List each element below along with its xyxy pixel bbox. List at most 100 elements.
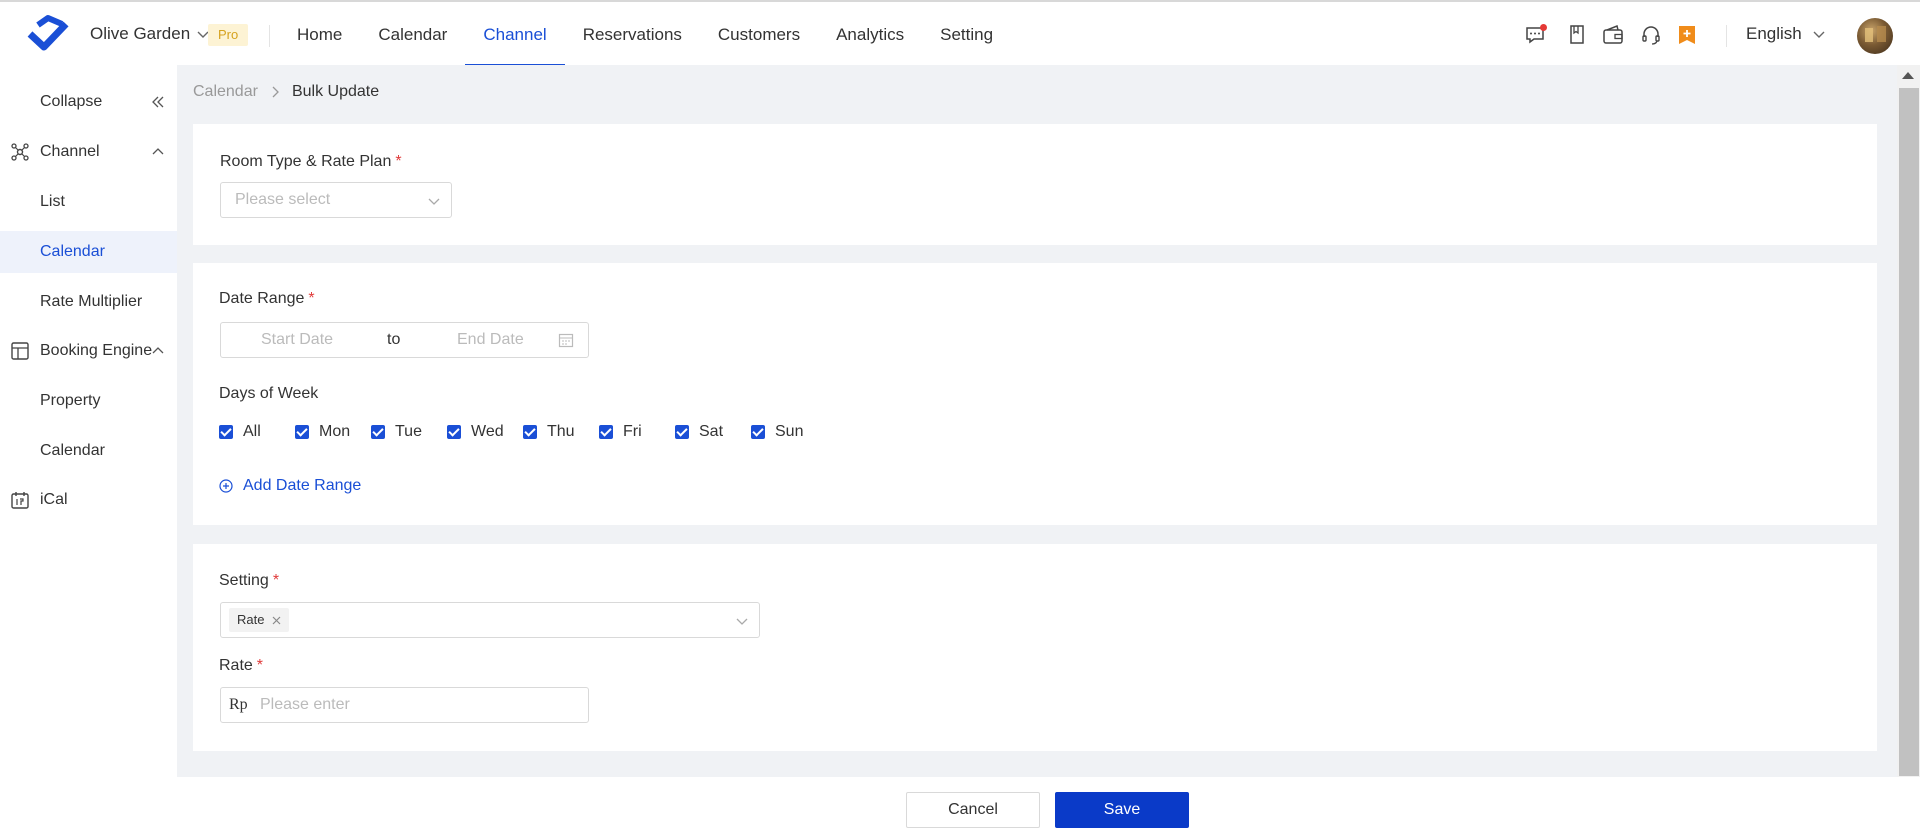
channel-icon xyxy=(11,143,29,161)
room-type-card: Room Type & Rate Plan * Please select xyxy=(193,124,1877,245)
plus-circle-icon xyxy=(219,479,233,493)
chevron-up-icon xyxy=(152,148,164,155)
checkbox-wed[interactable]: Wed xyxy=(447,423,523,441)
breadcrumb-current: Bulk Update xyxy=(291,83,380,100)
nav-analytics[interactable]: Analytics xyxy=(818,2,922,67)
hotel-name: Olive Garden xyxy=(90,24,191,43)
book-icon[interactable] xyxy=(1566,24,1588,46)
breadcrumb-parent[interactable]: Calendar xyxy=(193,83,258,101)
date-range-label: Date Range * xyxy=(219,290,315,307)
checkbox-checked-icon xyxy=(523,425,537,439)
scrollbar-thumb[interactable] xyxy=(1899,88,1919,776)
sidebar-item-label: Collapse xyxy=(40,93,103,110)
checkbox-all[interactable]: All xyxy=(219,423,295,441)
scroll-up-arrow-icon[interactable] xyxy=(1902,72,1914,79)
setting-label: Setting * xyxy=(219,572,280,589)
language-selector[interactable]: English xyxy=(1746,24,1826,44)
top-bar: Olive Garden Pro Home Calendar Channel R… xyxy=(0,0,1920,67)
date-range-separator: to xyxy=(387,331,401,348)
sidebar-item-channel[interactable]: Channel xyxy=(0,131,177,173)
checkbox-sun[interactable]: Sun xyxy=(751,423,827,441)
ical-icon xyxy=(11,492,29,509)
cancel-button[interactable]: Cancel xyxy=(906,792,1040,828)
footer-actions: Cancel Save xyxy=(0,777,1920,840)
room-type-label: Room Type & Rate Plan * xyxy=(220,153,402,170)
bookmark-add-icon[interactable] xyxy=(1676,24,1698,46)
chevron-up-icon xyxy=(152,347,164,354)
sidebar-item-label: iCal xyxy=(40,491,68,508)
chevron-down-icon xyxy=(1813,31,1825,38)
checkbox-checked-icon xyxy=(219,425,233,439)
checkbox-tue[interactable]: Tue xyxy=(371,423,447,441)
selected-tag-rate: Rate xyxy=(229,608,290,632)
sidebar-item-label: Calendar xyxy=(40,442,105,459)
sidebar-item-label: Channel xyxy=(40,143,100,160)
add-date-range-button[interactable]: Add Date Range xyxy=(219,477,361,495)
nav-setting[interactable]: Setting xyxy=(922,2,1011,67)
sidebar-item-calendar[interactable]: Calendar xyxy=(0,231,177,273)
checkbox-mon[interactable]: Mon xyxy=(295,423,371,441)
main-content: Calendar Bulk Update Room Type & Rate Pl… xyxy=(177,65,1897,777)
rate-input[interactable]: Rp Please enter xyxy=(220,687,589,723)
sidebar-item-property[interactable]: Property xyxy=(0,380,177,422)
sidebar-item-rate-multiplier[interactable]: Rate Multiplier xyxy=(0,281,177,323)
hotel-switcher[interactable]: Olive Garden xyxy=(90,24,210,44)
nav-calendar[interactable]: Calendar xyxy=(360,2,465,67)
nav-home[interactable]: Home xyxy=(279,2,360,67)
message-icon[interactable] xyxy=(1525,24,1547,46)
sidebar-item-label: List xyxy=(40,193,65,210)
chevron-down-icon xyxy=(428,198,440,205)
date-range-picker[interactable]: Start Date to End Date xyxy=(220,322,589,358)
sidebar-item-label: Booking Engine xyxy=(40,342,153,359)
checkbox-checked-icon xyxy=(599,425,613,439)
sidebar-item-label: Calendar xyxy=(40,243,105,260)
avatar[interactable] xyxy=(1857,18,1893,54)
divider xyxy=(1726,25,1727,47)
checkbox-checked-icon xyxy=(295,425,309,439)
days-of-week-label: Days of Week xyxy=(219,385,319,402)
nav-channel[interactable]: Channel xyxy=(465,2,566,67)
room-type-select[interactable]: Please select xyxy=(220,182,452,218)
checkbox-checked-icon xyxy=(371,425,385,439)
start-date-input[interactable]: Start Date xyxy=(261,331,333,349)
checkbox-thu[interactable]: Thu xyxy=(523,423,599,441)
layout-icon xyxy=(11,342,29,360)
double-chevron-left-icon xyxy=(152,96,164,108)
headset-icon[interactable] xyxy=(1640,24,1662,46)
checkbox-fri[interactable]: Fri xyxy=(599,423,675,441)
checkbox-checked-icon xyxy=(751,425,765,439)
checkbox-checked-icon xyxy=(675,425,689,439)
sidebar-collapse[interactable]: Collapse xyxy=(0,81,177,123)
save-button[interactable]: Save xyxy=(1055,792,1189,828)
nav-customers[interactable]: Customers xyxy=(700,2,818,67)
setting-select[interactable]: Rate xyxy=(220,602,760,638)
brand-logo-icon[interactable] xyxy=(26,14,72,52)
date-range-card: Date Range * Start Date to End Date Days … xyxy=(193,263,1877,525)
end-date-input[interactable]: End Date xyxy=(457,331,524,349)
room-type-placeholder: Please select xyxy=(235,191,331,208)
sidebar-item-ical[interactable]: iCal xyxy=(0,479,177,521)
add-date-range-label: Add Date Range xyxy=(243,477,362,494)
language-label: English xyxy=(1746,24,1802,43)
rate-placeholder: Please enter xyxy=(260,696,350,713)
close-icon[interactable] xyxy=(272,616,281,625)
sidebar-item-label: Rate Multiplier xyxy=(40,293,143,310)
sidebar-item-list[interactable]: List xyxy=(0,181,177,223)
divider xyxy=(269,25,270,47)
days-of-week-checkboxes: All Mon Tue Wed Thu Fri Sat Sun xyxy=(219,423,827,441)
sidebar-item-be-calendar[interactable]: Calendar xyxy=(0,430,177,472)
rate-label: Rate * xyxy=(219,657,264,674)
currency-prefix: Rp xyxy=(229,696,248,713)
calendar-icon xyxy=(558,333,574,348)
chevron-down-icon xyxy=(736,618,748,625)
sidebar: Collapse Channel List Calendar Rate Mult… xyxy=(0,65,177,840)
pro-badge: Pro xyxy=(208,24,249,46)
main-nav: Home Calendar Channel Reservations Custo… xyxy=(279,2,1011,67)
sidebar-item-booking-engine[interactable]: Booking Engine xyxy=(0,330,177,372)
checkbox-sat[interactable]: Sat xyxy=(675,423,751,441)
setting-card: Setting * Rate Rate * Rp Please enter xyxy=(193,544,1877,751)
nav-reservations[interactable]: Reservations xyxy=(565,2,700,67)
wallet-icon[interactable] xyxy=(1602,24,1624,46)
breadcrumb: Calendar Bulk Update xyxy=(193,83,379,101)
chevron-right-icon xyxy=(272,86,279,98)
